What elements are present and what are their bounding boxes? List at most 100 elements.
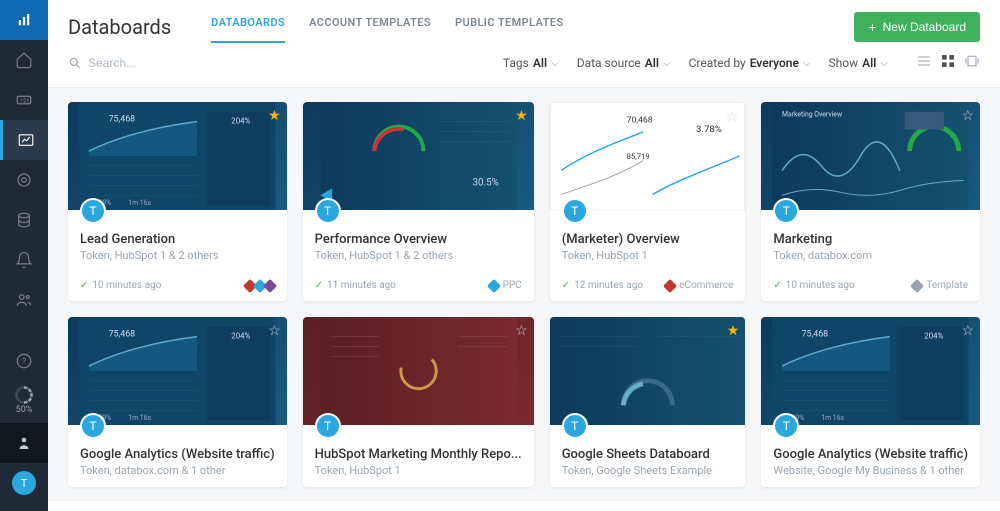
card-time: 10 minutes ago bbox=[786, 280, 855, 291]
card-tag: PPC bbox=[489, 280, 522, 291]
card-title: (Marketer) Overview bbox=[562, 232, 734, 247]
card-tag bbox=[245, 281, 275, 291]
view-cards-icon[interactable] bbox=[964, 53, 980, 73]
star-icon[interactable]: ☆ bbox=[268, 323, 281, 339]
new-databoard-button[interactable]: + New Databoard bbox=[854, 12, 980, 42]
filter-data-source[interactable]: Data source All ⌵ bbox=[577, 56, 671, 70]
card-avatar: T bbox=[562, 413, 588, 439]
card-subtitle: Token, HubSpot 1 bbox=[562, 249, 734, 262]
new-databoard-label: New Databoard bbox=[883, 20, 966, 34]
card-footer: ✓10 minutes ago bbox=[68, 272, 287, 301]
nav-team[interactable] bbox=[0, 423, 48, 463]
star-icon[interactable]: ★ bbox=[268, 108, 281, 124]
svg-text:Marketing Overview: Marketing Overview bbox=[782, 111, 842, 119]
databoard-card[interactable]: 70,4683.78%85,719☆T(Marketer) OverviewTo… bbox=[550, 102, 746, 301]
progress-label: 50% bbox=[16, 405, 33, 415]
card-subtitle: Token, databox.com & 1 other bbox=[80, 464, 275, 477]
card-footer: ✓ 10 minutes ago Template bbox=[761, 272, 980, 301]
card-time: 11 minutes ago bbox=[327, 280, 396, 291]
databoard-card[interactable]: 30.5%★TPerformance OverviewToken, HubSpo… bbox=[303, 102, 534, 301]
nav-account[interactable]: T bbox=[0, 463, 48, 503]
card-thumbnail: 70,4683.78%85,719☆ bbox=[550, 102, 746, 210]
logo[interactable] bbox=[0, 0, 48, 40]
databoard-card[interactable]: 75,46881.29%1m 16s204%☆TGoogle Analytics… bbox=[761, 317, 980, 487]
card-thumbnail: ☆ bbox=[303, 317, 534, 425]
card-tag: eCommerce bbox=[665, 280, 733, 291]
check-icon: ✓ bbox=[562, 280, 570, 291]
nav-data[interactable] bbox=[0, 200, 48, 240]
svg-text:75,468: 75,468 bbox=[802, 330, 829, 340]
nav-alerts[interactable] bbox=[0, 240, 48, 280]
star-icon[interactable]: ★ bbox=[727, 323, 740, 339]
card-subtitle: Token, HubSpot 1 & 2 others bbox=[80, 249, 275, 262]
search-icon bbox=[68, 56, 82, 70]
card-subtitle: Token, HubSpot 1 bbox=[315, 464, 522, 477]
tabs: DATABOARDS ACCOUNT TEMPLATES PUBLIC TEMPLA… bbox=[211, 10, 563, 43]
tab-databoards[interactable]: DATABOARDS bbox=[211, 10, 285, 43]
toolbar: Tags All ⌵ Data source All ⌵ Created by Ev… bbox=[48, 43, 1000, 88]
nav-help[interactable]: ? bbox=[0, 341, 48, 381]
svg-text:70,468: 70,468 bbox=[626, 115, 652, 125]
svg-text:3.78%: 3.78% bbox=[696, 124, 722, 135]
databoard-grid: 75,46881.29%1m 16s204%★TLead GenerationT… bbox=[68, 102, 980, 487]
tab-account-templates[interactable]: ACCOUNT TEMPLATES bbox=[309, 10, 431, 43]
databoard-card[interactable]: Marketing Overview☆TMarketingToken, data… bbox=[761, 102, 980, 301]
view-list-icon[interactable] bbox=[916, 53, 932, 73]
card-title: Google Analytics (Website traffic) bbox=[80, 447, 275, 462]
card-thumbnail: 75,46881.29%1m 16s204%☆ bbox=[761, 317, 980, 425]
check-icon: ✓ bbox=[315, 280, 323, 291]
nav-metrics[interactable]: 123 bbox=[0, 80, 48, 120]
card-footer: ✓ 12 minutes ago eCommerce bbox=[550, 272, 746, 301]
card-footer: ✓ 11 minutes ago PPC bbox=[303, 272, 534, 301]
sidebar: 123 ? 50% bbox=[0, 0, 48, 511]
card-subtitle: Token, databox.com bbox=[773, 249, 968, 262]
filter-show[interactable]: Show All ⌵ bbox=[829, 56, 888, 70]
svg-text:204%: 204% bbox=[231, 332, 250, 341]
card-title: Google Sheets Databoard bbox=[562, 447, 734, 462]
star-icon[interactable]: ☆ bbox=[726, 109, 739, 125]
card-thumbnail: 75,46881.29%1m 16s204%☆ bbox=[68, 317, 287, 425]
star-icon[interactable]: ☆ bbox=[515, 323, 528, 339]
topbar: Databoards DATABOARDS ACCOUNT TEMPLATES PU… bbox=[48, 0, 1000, 43]
card-thumbnail: Marketing Overview ☆ bbox=[761, 102, 980, 210]
svg-text:75,468: 75,468 bbox=[109, 330, 136, 340]
search[interactable] bbox=[68, 56, 288, 70]
check-icon: ✓ bbox=[773, 280, 781, 291]
nav-goals[interactable] bbox=[0, 160, 48, 200]
svg-text:75,468: 75,468 bbox=[109, 115, 136, 125]
databoard-card[interactable]: 75,46881.29%1m 16s204%☆TGoogle Analytics… bbox=[68, 317, 287, 487]
svg-text:1m 16s: 1m 16s bbox=[128, 414, 151, 422]
databoard-card[interactable]: ★TGoogle Sheets DataboardToken, Google S… bbox=[550, 317, 746, 487]
search-input[interactable] bbox=[88, 56, 288, 70]
page-title: Databoards bbox=[68, 15, 171, 39]
card-subtitle: Website, Google My Business & 1 other bbox=[773, 464, 968, 477]
star-icon[interactable]: ★ bbox=[515, 108, 528, 124]
svg-text:204%: 204% bbox=[231, 117, 250, 126]
chevron-down-icon: ⌵ bbox=[663, 58, 671, 69]
star-icon[interactable]: ☆ bbox=[961, 108, 974, 124]
nav-home[interactable] bbox=[0, 40, 48, 80]
card-thumbnail: 75,46881.29%1m 16s204%★ bbox=[68, 102, 287, 210]
card-tag: Template bbox=[912, 280, 968, 291]
card-avatar: T bbox=[80, 198, 106, 224]
view-grid-icon[interactable] bbox=[940, 53, 956, 73]
content: 75,46881.29%1m 16s204%★TLead GenerationT… bbox=[48, 88, 1000, 501]
check-icon: ✓ bbox=[80, 280, 88, 291]
databoard-card[interactable]: ☆THubSpot Marketing Monthly Repo...Token… bbox=[303, 317, 534, 487]
card-thumbnail: 30.5%★ bbox=[303, 102, 534, 210]
card-time: 12 minutes ago bbox=[574, 280, 643, 291]
chevron-down-icon: ⌵ bbox=[803, 58, 811, 69]
card-title: HubSpot Marketing Monthly Repo... bbox=[315, 447, 522, 462]
avatar: T bbox=[12, 471, 36, 495]
svg-text:123: 123 bbox=[20, 98, 29, 104]
nav-progress[interactable]: 50% bbox=[0, 381, 48, 419]
card-subtitle: Token, HubSpot 1 & 2 others bbox=[315, 249, 522, 262]
nav-users[interactable] bbox=[0, 280, 48, 320]
nav-databoards[interactable] bbox=[0, 120, 48, 160]
filter-tags[interactable]: Tags All ⌵ bbox=[503, 56, 559, 70]
tab-public-templates[interactable]: PUBLIC TEMPLATES bbox=[455, 10, 563, 43]
card-thumbnail: ★ bbox=[550, 317, 746, 425]
star-icon[interactable]: ☆ bbox=[961, 323, 974, 339]
databoard-card[interactable]: 75,46881.29%1m 16s204%★TLead GenerationT… bbox=[68, 102, 287, 301]
filter-created-by[interactable]: Created by Everyone ⌵ bbox=[689, 56, 811, 70]
